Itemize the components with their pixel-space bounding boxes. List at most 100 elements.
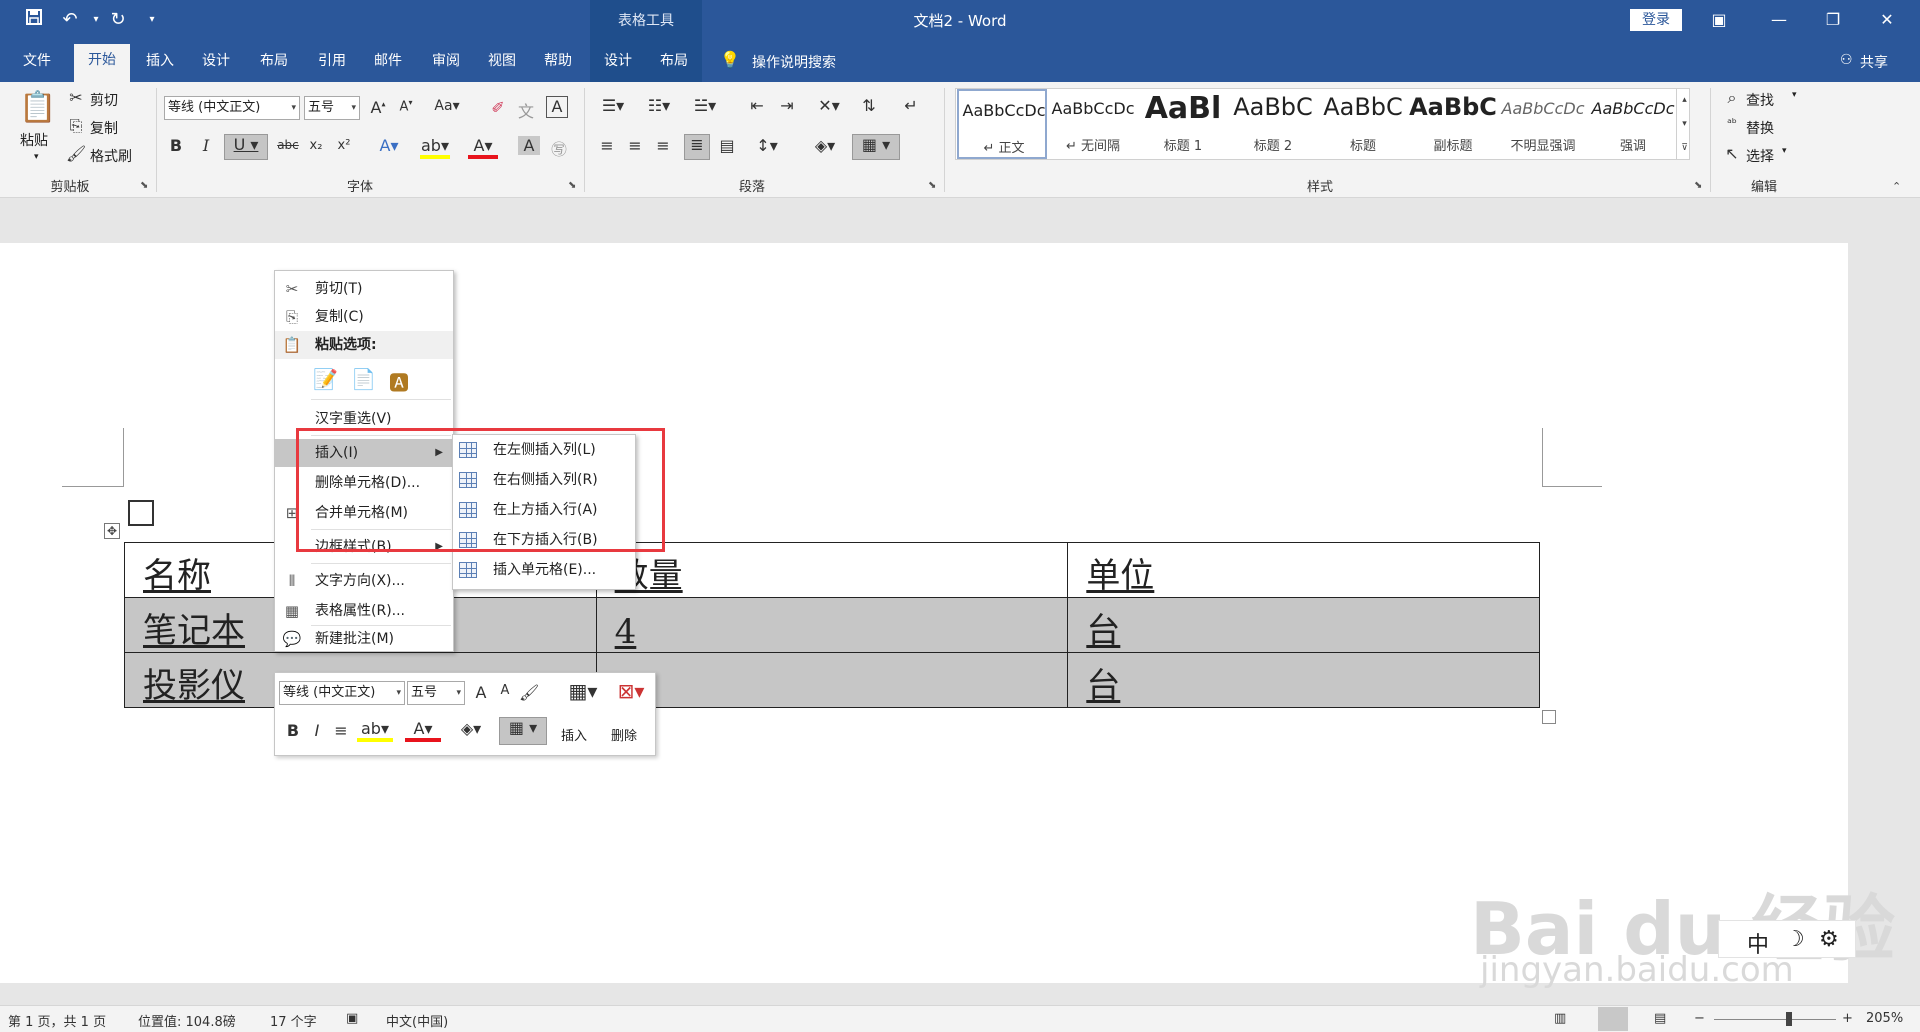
tab-insert[interactable]: 插入 xyxy=(140,50,180,74)
text-effects-icon[interactable]: A▾ xyxy=(374,136,404,155)
paste-text-only-icon[interactable]: 🅰 xyxy=(389,367,415,395)
chevron-down-icon[interactable]: ▾ xyxy=(1782,146,1787,156)
table-cell[interactable]: 数量 xyxy=(595,542,1069,598)
zoom-out-icon[interactable]: − xyxy=(1694,1011,1705,1026)
subscript-icon[interactable]: x₂ xyxy=(306,138,326,153)
line-spacing-icon[interactable]: ↕▾ xyxy=(750,136,784,155)
paste-dropdown-icon[interactable]: ▾ xyxy=(34,152,39,162)
table-cell[interactable]: 台 xyxy=(1067,652,1540,708)
collapse-ribbon-icon[interactable]: ⌃ xyxy=(1892,180,1901,193)
style-emphasis[interactable]: AaBbCcDc 强调 xyxy=(1588,89,1678,159)
tab-table-layout[interactable]: 布局 xyxy=(654,50,694,74)
language-indicator[interactable]: 中文(中国) xyxy=(386,1011,448,1030)
borders-icon[interactable]: ▦ ▾ xyxy=(499,717,547,745)
paragraph-launcher-icon[interactable]: ⬊ xyxy=(928,180,936,191)
table-cell[interactable]: 4 xyxy=(595,597,1069,653)
table-move-handle-icon[interactable]: ✥ xyxy=(104,523,120,539)
strikethrough-icon[interactable]: abc xyxy=(276,138,300,152)
gear-icon[interactable]: ⚙ xyxy=(1819,927,1839,952)
proofing-icon[interactable]: ▣ xyxy=(346,1011,358,1026)
grow-font-icon[interactable]: A xyxy=(471,683,491,702)
mini-delete-button[interactable]: 删除 xyxy=(611,725,637,744)
find-button[interactable]: 查找 xyxy=(1746,90,1774,110)
menu-item-insert-cells[interactable]: 插入单元格(E)... xyxy=(453,555,635,585)
multilevel-list-icon[interactable]: ☱▾ xyxy=(688,96,722,115)
font-name-combo[interactable]: 等线 (中文正文) ▾ xyxy=(164,96,300,120)
italic-icon[interactable]: I xyxy=(196,136,216,155)
bullets-icon[interactable]: ☰▾ xyxy=(596,96,630,115)
distributed-icon[interactable]: ▤ xyxy=(716,136,738,155)
menu-item-copy[interactable]: ⎘ 复制(C) xyxy=(275,303,453,331)
replace-button[interactable]: 替换 xyxy=(1746,118,1774,138)
increase-indent-icon[interactable]: ⇥ xyxy=(776,96,798,115)
menu-item-text-direction[interactable]: ⫴ 文字方向(X)... xyxy=(275,567,453,595)
zoom-slider-thumb[interactable] xyxy=(1786,1012,1792,1026)
ime-mode[interactable]: 中 xyxy=(1747,927,1769,959)
select-button[interactable]: 选择 xyxy=(1746,146,1774,166)
style-normal[interactable]: AaBbCcDc ↵ 正文 xyxy=(957,89,1047,159)
bold-icon[interactable]: B xyxy=(283,721,303,740)
highlight-icon[interactable]: ab▾ xyxy=(420,136,450,159)
moon-icon[interactable]: ☽ xyxy=(1785,927,1805,952)
show-marks-icon[interactable]: ↵ xyxy=(900,96,922,115)
numbering-icon[interactable]: ☷▾ xyxy=(642,96,676,115)
shrink-font-icon[interactable]: A▾ xyxy=(396,98,416,114)
tab-mailings[interactable]: 邮件 xyxy=(368,50,408,74)
mini-insert-button[interactable]: 插入 xyxy=(561,725,587,744)
superscript-icon[interactable]: x² xyxy=(334,138,354,153)
paste-button[interactable]: 粘贴 xyxy=(20,130,48,150)
font-color-icon[interactable]: A▾ xyxy=(405,719,441,742)
font-launcher-icon[interactable]: ⬊ xyxy=(568,180,576,191)
print-layout-icon[interactable] xyxy=(1598,1007,1628,1031)
shading-icon[interactable]: ◈▾ xyxy=(453,719,489,738)
justify-icon[interactable]: ≣ xyxy=(684,134,710,160)
font-color-icon[interactable]: A▾ xyxy=(468,136,498,159)
table-cell[interactable]: 2 xyxy=(595,652,1069,708)
tab-references[interactable]: 引用 xyxy=(312,50,352,74)
font-size-combo[interactable]: 五号 ▾ xyxy=(304,96,360,120)
mini-font-name-combo[interactable]: 等线 (中文正文) ▾ xyxy=(279,681,405,705)
ribbon-display-options-icon[interactable]: ▣ xyxy=(1702,6,1736,34)
align-left-icon[interactable]: ≡ xyxy=(596,136,618,155)
style-heading-2[interactable]: AaBbC 标题 2 xyxy=(1228,89,1318,159)
paste-merge-format-icon[interactable]: 📄 xyxy=(351,367,377,393)
minimize-icon[interactable]: — xyxy=(1762,6,1796,34)
change-case-icon[interactable]: Aa▾ xyxy=(432,98,462,114)
tab-file[interactable]: 文件 xyxy=(18,50,56,74)
menu-item-table-properties[interactable]: ▦ 表格属性(R)... xyxy=(275,597,453,625)
word-count[interactable]: 17 个字 xyxy=(270,1011,317,1030)
mini-font-size-combo[interactable]: 五号 ▾ xyxy=(407,681,465,705)
page-count[interactable]: 第 1 页，共 1 页 xyxy=(8,1011,106,1030)
char-border-icon[interactable]: A xyxy=(546,96,568,118)
style-heading-1[interactable]: AaBl 标题 1 xyxy=(1138,89,1228,159)
menu-item-new-comment[interactable]: 💬 新建批注(M) xyxy=(275,625,453,653)
tab-help[interactable]: 帮助 xyxy=(538,50,578,74)
phonetic-guide-icon[interactable]: 文 xyxy=(516,98,536,122)
web-layout-icon[interactable]: ▤ xyxy=(1654,1011,1666,1026)
sort-icon[interactable]: ⇅ xyxy=(858,96,880,115)
insert-table-icon[interactable]: ▦▾ xyxy=(563,679,603,703)
clipboard-launcher-icon[interactable]: ⬊ xyxy=(140,180,148,191)
table-resize-handle[interactable] xyxy=(1542,710,1556,724)
enclose-char-icon[interactable]: ㊢ xyxy=(548,136,570,160)
delete-table-icon[interactable]: ⊠▾ xyxy=(611,679,651,703)
login-button[interactable]: 登录 xyxy=(1630,9,1682,31)
zoom-slider-track[interactable] xyxy=(1714,1019,1836,1020)
clear-formatting-icon[interactable]: ✐ xyxy=(488,98,508,117)
zoom-level[interactable]: 205% xyxy=(1866,1011,1903,1026)
tab-table-design[interactable]: 设计 xyxy=(598,50,638,74)
table-cell[interactable]: 单位 xyxy=(1067,542,1540,598)
center-icon[interactable]: ≡ xyxy=(331,721,351,740)
read-mode-icon[interactable]: ▥ xyxy=(1554,1011,1566,1026)
decrease-indent-icon[interactable]: ⇤ xyxy=(746,96,768,115)
copy-button[interactable]: 复制 xyxy=(90,118,118,138)
tab-home[interactable]: 开始 xyxy=(74,44,130,82)
paste-keep-source-icon[interactable]: 📝 xyxy=(313,367,339,393)
style-title[interactable]: AaBbC 标题 xyxy=(1318,89,1408,159)
tab-view[interactable]: 视图 xyxy=(482,50,522,74)
cut-button[interactable]: 剪切 xyxy=(90,90,118,110)
bold-icon[interactable]: B xyxy=(166,136,186,155)
highlight-icon[interactable]: ab▾ xyxy=(357,719,393,742)
tell-me-search[interactable]: 操作说明搜索 xyxy=(752,52,836,72)
shrink-font-icon[interactable]: A xyxy=(495,683,515,698)
